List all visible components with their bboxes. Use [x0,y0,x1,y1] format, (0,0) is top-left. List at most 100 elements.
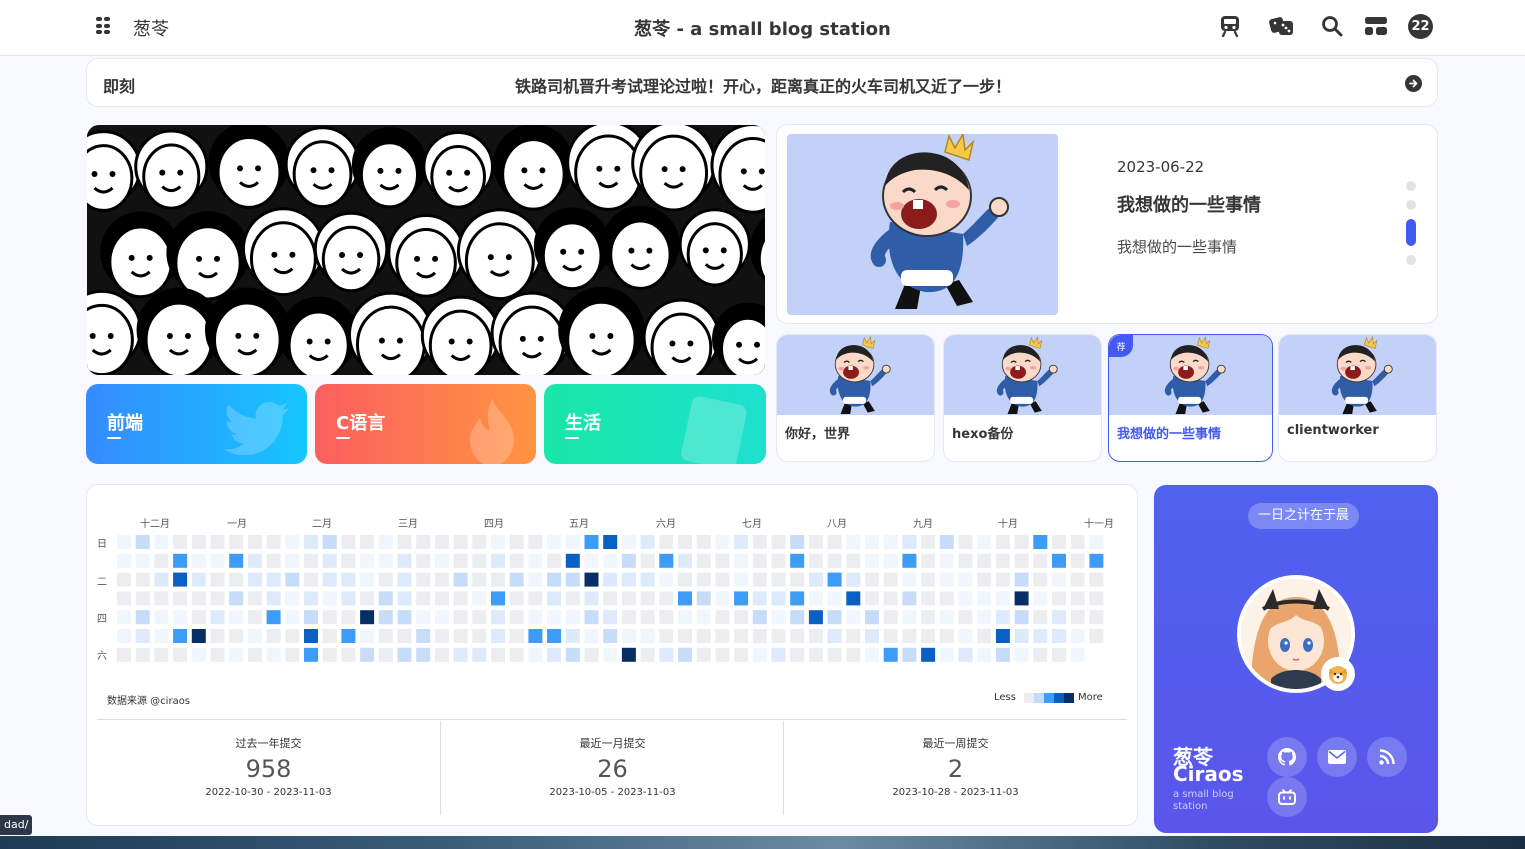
contribution-day[interactable] [883,553,898,568]
contribution-day[interactable] [1070,610,1085,625]
recent-post-card[interactable]: 你好，世界 [776,334,935,462]
contribution-day[interactable] [827,535,842,549]
contribution-day[interactable] [341,535,356,549]
contribution-day[interactable] [715,591,730,606]
contribution-day[interactable] [1033,535,1048,549]
contribution-day[interactable] [1033,572,1048,587]
contribution-day[interactable] [229,610,244,625]
contribution-day[interactable] [247,610,262,625]
contribution-day[interactable] [247,629,262,643]
contribution-day[interactable] [883,647,898,662]
contribution-day[interactable] [808,572,823,587]
contribution-day[interactable] [360,572,375,587]
contribution-day[interactable] [771,629,786,643]
contribution-day[interactable] [1033,553,1048,568]
contribution-day[interactable] [603,629,618,643]
menu-icon[interactable] [96,17,110,35]
contribution-day[interactable] [752,572,767,587]
contribution-day[interactable] [434,572,449,587]
contribution-day[interactable] [921,591,936,606]
contribution-day[interactable] [790,629,805,643]
contribution-day[interactable] [771,535,786,549]
contribution-day[interactable] [565,629,580,643]
contribution-day[interactable] [191,591,206,606]
contribution-day[interactable] [565,535,580,549]
contribution-day[interactable] [491,647,505,662]
contribution-day[interactable] [734,572,749,587]
contribution-day[interactable] [734,629,749,643]
contribution-day[interactable] [210,591,225,606]
rss-icon[interactable] [1367,737,1407,777]
contribution-day[interactable] [603,610,618,625]
contribution-day[interactable] [1052,610,1066,625]
contribution-day[interactable] [939,610,954,625]
contribution-day[interactable] [790,553,805,568]
contribution-day[interactable] [117,629,131,643]
contribution-day[interactable] [416,553,431,568]
contribution-day[interactable] [752,610,767,625]
contribution-day[interactable] [304,610,318,625]
contribution-day[interactable] [1089,535,1104,549]
contribution-day[interactable] [378,610,393,625]
contribution-day[interactable] [977,647,992,662]
contribution-day[interactable] [771,610,786,625]
contribution-day[interactable] [378,572,393,587]
contribution-day[interactable] [752,591,767,606]
contribution-day[interactable] [229,535,244,549]
contribution-day[interactable] [939,591,954,606]
contribution-day[interactable] [921,610,936,625]
contribution-day[interactable] [154,647,169,662]
contribution-day[interactable] [509,647,524,662]
contribution-day[interactable] [883,572,898,587]
contribution-day[interactable] [1089,553,1104,568]
contribution-day[interactable] [229,553,244,568]
contribution-day[interactable] [696,591,711,606]
contribution-day[interactable] [846,591,861,606]
contribution-day[interactable] [285,610,300,625]
contribution-day[interactable] [173,647,188,662]
recent-post-card[interactable]: clientworker [1278,334,1437,462]
contribution-day[interactable] [734,610,749,625]
contribution-day[interactable] [1070,553,1085,568]
contribution-day[interactable] [117,591,131,606]
contribution-day[interactable] [1033,610,1048,625]
contribution-day[interactable] [1052,572,1066,587]
travel-badge[interactable]: 22 [1408,14,1433,39]
contribution-day[interactable] [1033,647,1048,662]
contribution-day[interactable] [472,610,487,625]
contribution-day[interactable] [808,647,823,662]
contribution-day[interactable] [771,591,786,606]
contribution-day[interactable] [939,647,954,662]
contribution-day[interactable] [547,629,562,643]
contribution-day[interactable] [846,610,861,625]
category-life[interactable]: 生活 [544,384,766,464]
contribution-day[interactable] [1014,553,1029,568]
contribution-day[interactable] [266,572,281,587]
contribution-day[interactable] [621,591,636,606]
contribution-day[interactable] [603,591,618,606]
contribution-day[interactable] [434,610,449,625]
contribution-day[interactable] [154,610,169,625]
contribution-day[interactable] [977,535,992,549]
contribution-day[interactable] [341,553,356,568]
contribution-day[interactable] [902,572,917,587]
contribution-day[interactable] [846,572,861,587]
contribution-day[interactable] [734,647,749,662]
contribution-day[interactable] [135,629,150,643]
contribution-day[interactable] [397,572,412,587]
contribution-day[interactable] [565,553,580,568]
contribution-day[interactable] [154,591,169,606]
contribution-day[interactable] [117,553,131,568]
contribution-day[interactable] [285,591,300,606]
contribution-day[interactable] [247,535,262,549]
arrow-right-icon[interactable] [1405,75,1422,92]
contribution-day[interactable] [921,629,936,643]
contribution-day[interactable] [939,572,954,587]
contribution-day[interactable] [752,553,767,568]
contribution-day[interactable] [995,647,1010,662]
subway-icon[interactable] [1218,14,1242,38]
contribution-day[interactable] [509,572,524,587]
contribution-day[interactable] [752,629,767,643]
contribution-day[interactable] [360,610,375,625]
contribution-day[interactable] [902,553,917,568]
